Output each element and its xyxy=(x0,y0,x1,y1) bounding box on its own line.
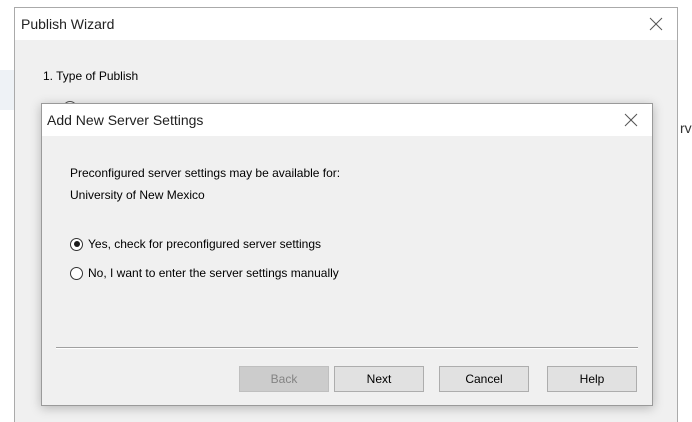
radio-button-selected[interactable] xyxy=(70,237,83,251)
institution-name: University of New Mexico xyxy=(70,188,205,202)
close-icon[interactable] xyxy=(649,17,663,31)
radio-label: No, I want to enter the server settings … xyxy=(88,266,339,280)
close-icon[interactable] xyxy=(624,113,638,127)
dialog-title: Add New Server Settings xyxy=(47,112,204,128)
help-button[interactable]: Help xyxy=(547,366,637,392)
radio-option-manual[interactable]: No, I want to enter the server settings … xyxy=(70,265,339,281)
wizard-title: Publish Wizard xyxy=(21,16,115,32)
background-text-fragment: rv xyxy=(680,120,692,136)
wizard-titlebar[interactable]: Publish Wizard xyxy=(15,8,677,40)
add-new-server-settings-dialog: Add New Server Settings Preconfigured se… xyxy=(41,103,653,406)
radio-label: Yes, check for preconfigured server sett… xyxy=(88,237,322,251)
screen: rv Publish Wizard 1. Type of Publish Add… xyxy=(0,0,692,422)
next-button[interactable]: Next xyxy=(334,366,424,392)
divider xyxy=(56,347,638,349)
info-text: Preconfigured server settings may be ava… xyxy=(70,166,341,180)
radio-button[interactable] xyxy=(70,266,83,280)
back-button[interactable]: Back xyxy=(239,366,329,392)
background-panel xyxy=(0,70,14,110)
radio-option-preconfigured[interactable]: Yes, check for preconfigured server sett… xyxy=(70,236,321,252)
cancel-button[interactable]: Cancel xyxy=(439,366,529,392)
dialog-titlebar[interactable]: Add New Server Settings xyxy=(42,104,652,136)
step-label: 1. Type of Publish xyxy=(43,69,139,83)
